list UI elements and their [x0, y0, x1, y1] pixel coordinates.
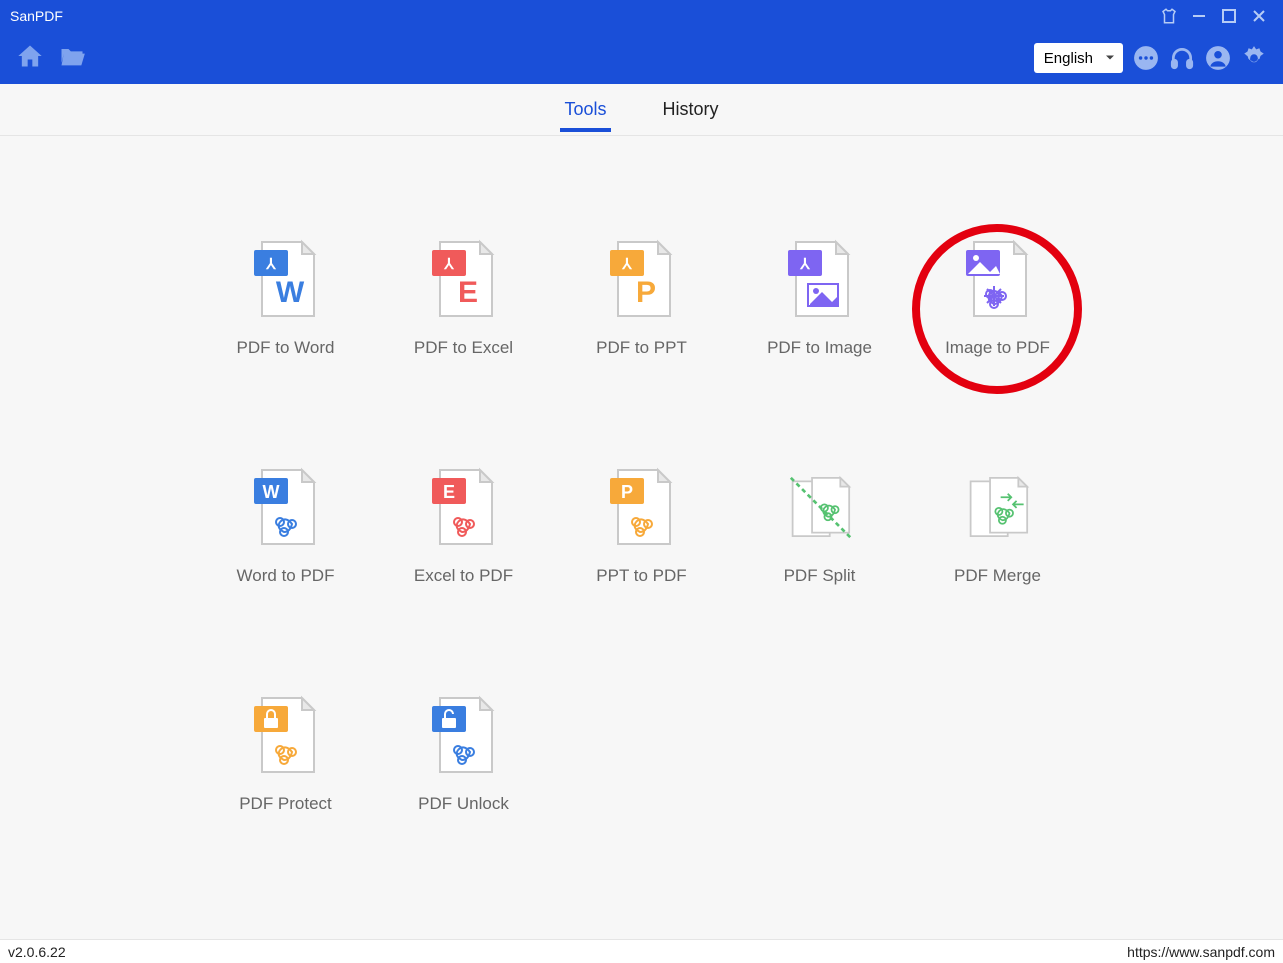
tool-pdf-to-word[interactable]: ⅄ W PDF to Word [197, 236, 375, 358]
tool-pdf-merge[interactable]: PDF Merge [909, 464, 1087, 586]
svg-text:P: P [620, 482, 632, 502]
tab-label: History [663, 99, 719, 119]
tool-ppt-to-pdf[interactable]: P PPT to PDF [553, 464, 731, 586]
tool-label: PPT to PDF [596, 566, 686, 586]
version-label: v2.0.6.22 [8, 944, 66, 960]
svg-text:⅄: ⅄ [265, 256, 276, 273]
pdf-split-icon [782, 464, 858, 550]
svg-text:⅄: ⅄ [799, 256, 810, 273]
tool-label: Image to PDF [945, 338, 1050, 358]
pdf-unlock-icon [426, 692, 502, 778]
svg-text:E: E [457, 276, 477, 309]
home-icon[interactable] [16, 42, 44, 70]
tool-label: PDF to Image [767, 338, 872, 358]
maximize-button[interactable] [1215, 2, 1243, 30]
tool-word-to-pdf[interactable]: W Word to PDF [197, 464, 375, 586]
folder-open-icon[interactable] [58, 42, 86, 70]
tool-label: Word to PDF [237, 566, 335, 586]
tools-grid: ⅄ W PDF to Word ⅄ E PDF to Excel [0, 236, 1283, 814]
tool-pdf-to-ppt[interactable]: ⅄ P PDF to PPT [553, 236, 731, 358]
app-title: SanPDF [10, 8, 63, 24]
tool-label: PDF to Excel [414, 338, 513, 358]
tabs-bar: Tools History [0, 84, 1283, 136]
tool-label: PDF Split [784, 566, 856, 586]
tab-tools[interactable]: Tools [560, 87, 610, 132]
tool-pdf-unlock[interactable]: PDF Unlock [375, 692, 553, 814]
ppt-to-pdf-icon: P [604, 464, 680, 550]
titlebar: SanPDF [0, 0, 1283, 32]
word-to-pdf-icon: W [248, 464, 324, 550]
tool-pdf-protect[interactable]: PDF Protect [197, 692, 375, 814]
tool-label: PDF Protect [239, 794, 332, 814]
account-icon[interactable] [1205, 45, 1231, 71]
svg-text:W: W [275, 276, 304, 309]
image-to-pdf-icon [960, 236, 1036, 322]
pdf-to-image-icon: ⅄ [782, 236, 858, 322]
tool-pdf-to-image[interactable]: ⅄ PDF to Image [731, 236, 909, 358]
pdf-to-excel-icon: ⅄ E [426, 236, 502, 322]
svg-text:⅄: ⅄ [621, 256, 632, 273]
status-bar: v2.0.6.22 https://www.sanpdf.com [0, 939, 1283, 963]
tool-label: PDF to PPT [596, 338, 687, 358]
workspace: ⅄ W PDF to Word ⅄ E PDF to Excel [0, 136, 1283, 939]
website-link[interactable]: https://www.sanpdf.com [1127, 944, 1275, 960]
language-label: English [1044, 50, 1093, 67]
svg-text:P: P [635, 276, 655, 309]
svg-text:⅄: ⅄ [443, 256, 454, 273]
headset-icon[interactable] [1169, 45, 1195, 71]
excel-to-pdf-icon: E [426, 464, 502, 550]
svg-text:W: W [262, 482, 279, 502]
tool-excel-to-pdf[interactable]: E Excel to PDF [375, 464, 553, 586]
tool-label: PDF Unlock [418, 794, 509, 814]
pdf-protect-icon [248, 692, 324, 778]
chevron-down-icon [1105, 50, 1115, 67]
svg-text:E: E [442, 482, 454, 502]
close-button[interactable] [1245, 2, 1273, 30]
tool-label: PDF to Word [237, 338, 335, 358]
minimize-button[interactable] [1185, 2, 1213, 30]
gear-icon[interactable] [1241, 45, 1267, 71]
skin-icon[interactable] [1155, 2, 1183, 30]
pdf-merge-icon [960, 464, 1036, 550]
tool-pdf-split[interactable]: PDF Split [731, 464, 909, 586]
pdf-to-word-icon: ⅄ W [248, 236, 324, 322]
toolbar: English [0, 32, 1283, 84]
pdf-to-ppt-icon: ⅄ P [604, 236, 680, 322]
tool-pdf-to-excel[interactable]: ⅄ E PDF to Excel [375, 236, 553, 358]
feedback-icon[interactable] [1133, 45, 1159, 71]
tool-label: Excel to PDF [414, 566, 513, 586]
tool-image-to-pdf[interactable]: Image to PDF [909, 236, 1087, 358]
tab-label: Tools [564, 99, 606, 119]
language-select[interactable]: English [1034, 43, 1123, 73]
tool-label: PDF Merge [954, 566, 1041, 586]
tab-history[interactable]: History [659, 87, 723, 132]
